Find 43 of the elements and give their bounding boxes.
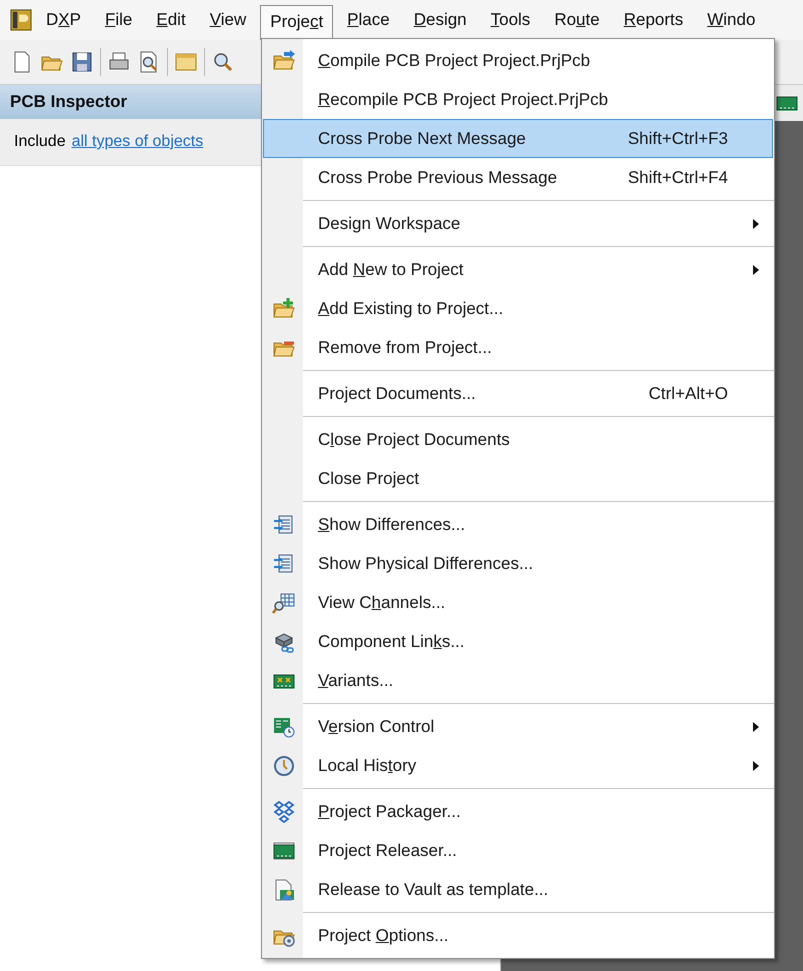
- menu-item[interactable]: Close Project Documents: [263, 420, 773, 459]
- menu-bar-item[interactable]: Route: [544, 3, 610, 37]
- menu-item[interactable]: Release to Vault as template...: [263, 870, 773, 909]
- menu-item[interactable]: View Channels...: [263, 583, 773, 622]
- menu-item[interactable]: Cross Probe Next Message Shift+Ctrl+F3: [263, 119, 773, 158]
- menu-item[interactable]: Close Project: [263, 459, 773, 498]
- menu-bar-item[interactable]: View: [200, 3, 256, 37]
- shortcut-label: Shift+Ctrl+F3: [628, 128, 728, 148]
- menu-item[interactable]: Project Documents... Ctrl+Alt+O: [263, 374, 773, 413]
- folder-arrow-icon: [272, 48, 296, 72]
- menu-bar-item[interactable]: File: [94, 3, 142, 37]
- menu-item[interactable]: Project Releaser...: [263, 831, 773, 870]
- grid-search-icon: [272, 590, 296, 614]
- folder-add-icon: [272, 296, 296, 320]
- menu-bar-item[interactable]: Tools: [480, 3, 540, 37]
- menu-bar-item[interactable]: Reports: [614, 3, 694, 37]
- menu-item[interactable]: Version Control: [263, 707, 773, 746]
- menu-item[interactable]: Local History: [263, 746, 773, 785]
- objects-link[interactable]: all types of objects: [72, 133, 204, 151]
- save-icon: [70, 50, 94, 74]
- menu-item[interactable]: Show Differences...: [263, 505, 773, 544]
- menu-item[interactable]: Remove from Project...: [263, 328, 773, 367]
- menu-bar-item[interactable]: Design: [404, 3, 477, 37]
- boxes-icon: [272, 800, 296, 824]
- menu-item[interactable]: Add Existing to Project...: [263, 289, 773, 328]
- menu-bar-item[interactable]: Windo: [697, 3, 766, 37]
- menu-item[interactable]: Component Links...: [263, 622, 773, 661]
- menu-item[interactable]: Cross Probe Previous Message Shift+Ctrl+F4: [263, 158, 773, 197]
- shortcut-label: Ctrl+Alt+O: [648, 384, 728, 404]
- clock-icon: [272, 754, 296, 778]
- include-label: Include: [14, 133, 66, 151]
- menu-item[interactable]: Show Physical Differences...: [263, 544, 773, 583]
- menu-item[interactable]: Add New to Project: [263, 250, 773, 289]
- menu-item[interactable]: Project Options...: [263, 916, 773, 955]
- menu-bar-item[interactable]: Edit: [146, 3, 196, 37]
- menu-item[interactable]: Project Packager...: [263, 792, 773, 831]
- shortcut-label: Shift+Ctrl+F4: [628, 168, 728, 188]
- logo-icon: [10, 9, 32, 31]
- menu-bar-item[interactable]: DXP: [36, 3, 91, 37]
- menu-item[interactable]: Variants...: [263, 661, 773, 700]
- menu-bar-item[interactable]: Project: [260, 5, 334, 40]
- menu-item[interactable]: Design Workspace: [263, 204, 773, 243]
- menu-bar-item[interactable]: Place: [337, 3, 400, 37]
